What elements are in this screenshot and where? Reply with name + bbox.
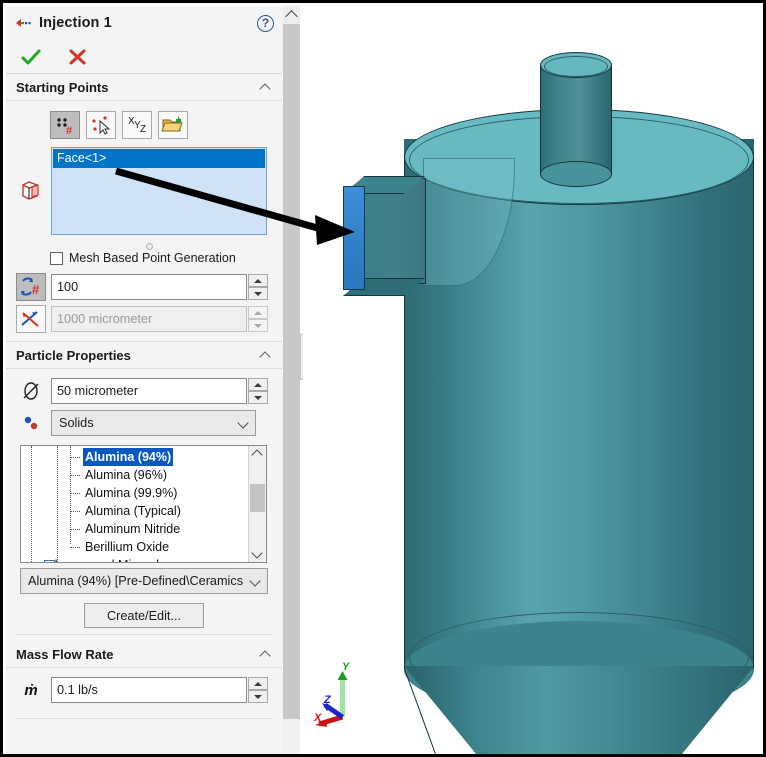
- number-of-points-icon[interactable]: #: [16, 273, 46, 301]
- axis-triad: Y Z X: [313, 661, 383, 741]
- divider: [16, 634, 272, 635]
- axis-label-y: Y: [342, 661, 350, 673]
- plus-box-icon[interactable]: [44, 560, 55, 562]
- face-reference-icon: [16, 177, 46, 205]
- list-item[interactable]: Alumina (Typical): [21, 502, 248, 520]
- section-header-particle-properties[interactable]: Particle Properties: [6, 341, 282, 369]
- point-spacing-input: 1000 micrometer: [51, 306, 247, 332]
- chevron-up-icon[interactable]: [258, 79, 274, 95]
- list-item[interactable]: Aluminum Nitride: [21, 520, 248, 538]
- application-window: Injection 1 ? Starting Points # X Y Z Fa…: [0, 0, 766, 757]
- help-question-icon[interactable]: ?: [257, 14, 274, 32]
- divider: [16, 718, 272, 719]
- chevron-up-icon[interactable]: [258, 347, 274, 363]
- svg-text:Z: Z: [140, 124, 146, 135]
- pick-points-tool[interactable]: [86, 111, 116, 139]
- particle-diameter-input[interactable]: 50 micrometer: [51, 378, 247, 404]
- vessel-silhouette-right: [753, 157, 754, 669]
- section-title: Mass Flow Rate: [16, 646, 114, 662]
- vessel-cone-edge: [404, 669, 489, 754]
- xyz-axes-icon[interactable]: X Y Z: [122, 111, 152, 139]
- material-type-row: Solids: [6, 407, 282, 439]
- list-item-group[interactable]: Glasses and Minerals: [21, 556, 248, 562]
- particle-diameter-row: 50 micrometer: [6, 375, 282, 407]
- mass-flow-rate-stepper[interactable]: [248, 677, 268, 703]
- section-header-mass-flow-rate[interactable]: Mass Flow Rate: [6, 641, 282, 668]
- material-tree-scrollbar[interactable]: [248, 446, 266, 562]
- svg-text:#: #: [32, 282, 40, 297]
- point-count-row: # 100: [6, 271, 282, 303]
- section-body-mass-flow-rate: ṁ 0.1 lb/s: [6, 668, 282, 725]
- list-item[interactable]: Alumina (94%): [21, 448, 248, 466]
- diameter-icon: [16, 377, 46, 405]
- list-item[interactable]: Face<1>: [53, 149, 265, 168]
- point-count-stepper[interactable]: [248, 274, 268, 300]
- section-header-starting-points[interactable]: Starting Points: [6, 74, 282, 101]
- scroll-down-arrow-icon[interactable]: [249, 546, 266, 562]
- list-item[interactable]: Alumina (96%): [21, 466, 248, 484]
- section-body-particle-properties: 50 micrometer Solids Alumina (94%) Alumi…: [6, 369, 282, 641]
- chevron-down-icon[interactable]: [249, 574, 263, 588]
- mass-flow-rate-input[interactable]: 0.1 lb/s: [51, 677, 247, 703]
- open-folder-import-icon[interactable]: [158, 111, 188, 139]
- green-check-icon[interactable]: [19, 46, 45, 68]
- substance-icon: [16, 409, 46, 437]
- point-distance-icon[interactable]: [16, 305, 46, 333]
- list-item[interactable]: Berillium Oxide: [21, 538, 248, 556]
- top-nozzle-bottom-edge: [540, 161, 612, 187]
- mesh-based-label: Mesh Based Point Generation: [69, 251, 236, 265]
- injection-icon: [15, 15, 33, 31]
- svg-text:#: #: [66, 125, 72, 137]
- selected-material-combobox[interactable]: Alumina (94%) [Pre-Defined\Ceramics: [20, 568, 268, 594]
- point-spacing-row: 1000 micrometer: [6, 303, 282, 335]
- axis-label-x: X: [314, 712, 322, 724]
- chevron-up-icon[interactable]: [258, 646, 274, 662]
- pattern-points-tool[interactable]: #: [50, 111, 80, 139]
- top-nozzle-silhouette-right: [611, 65, 612, 175]
- point-count-input[interactable]: 100: [51, 274, 247, 300]
- property-manager-title-bar: Injection 1 ?: [6, 6, 282, 40]
- confirm-bar: [6, 40, 282, 74]
- section-title: Starting Points: [16, 79, 109, 95]
- top-nozzle-body[interactable]: [540, 66, 612, 174]
- particle-diameter-stepper[interactable]: [248, 378, 268, 404]
- mesh-based-checkbox[interactable]: [50, 251, 63, 265]
- graphics-viewport[interactable]: Y Z X: [303, 6, 763, 754]
- scroll-up-arrow-icon[interactable]: [249, 446, 266, 462]
- material-tree-content: Alumina (94%) Alumina (96%) Alumina (99.…: [21, 446, 248, 562]
- point-spacing-stepper: [248, 306, 268, 332]
- page-title: Injection 1: [39, 15, 112, 31]
- chevron-down-icon[interactable]: [237, 416, 251, 430]
- list-item[interactable]: Alumina (99.9%): [21, 484, 248, 502]
- material-tree[interactable]: Alumina (94%) Alumina (96%) Alumina (99.…: [20, 445, 267, 563]
- selection-resize-grip[interactable]: [41, 237, 257, 250]
- material-type-combobox[interactable]: Solids: [51, 410, 256, 436]
- top-nozzle-inner-edge: [544, 56, 608, 77]
- material-type-value: Solids: [59, 416, 94, 430]
- top-nozzle-silhouette-left: [540, 65, 541, 175]
- mass-flow-rate-row: ṁ 0.1 lb/s: [6, 674, 282, 706]
- mass-flow-symbol: ṁ: [24, 681, 38, 699]
- scrollbar-thumb[interactable]: [250, 484, 265, 512]
- scrollbar-thumb[interactable]: [283, 24, 300, 719]
- scroll-up-arrow-icon[interactable]: [283, 6, 300, 23]
- selected-material-value: Alumina (94%) [Pre-Defined\Ceramics: [28, 574, 244, 588]
- starting-points-tool-row: # X Y Z: [6, 107, 282, 145]
- create-edit-button[interactable]: Create/Edit...: [84, 603, 204, 628]
- panel-scrollbar[interactable]: [283, 6, 300, 754]
- face-selection-row: Face<1>: [6, 145, 282, 237]
- section-title: Particle Properties: [16, 347, 131, 363]
- axis-label-z: Z: [324, 694, 331, 706]
- selected-face[interactable]: [343, 186, 365, 290]
- face-selection-listbox[interactable]: Face<1>: [51, 147, 267, 235]
- property-manager-panel: Injection 1 ? Starting Points # X Y Z Fa…: [6, 6, 300, 754]
- red-x-icon[interactable]: [65, 46, 91, 68]
- mesh-based-point-generation-row[interactable]: Mesh Based Point Generation: [6, 247, 282, 271]
- section-body-starting-points: # X Y Z Face<1> Mesh Based Point Generat…: [6, 101, 282, 341]
